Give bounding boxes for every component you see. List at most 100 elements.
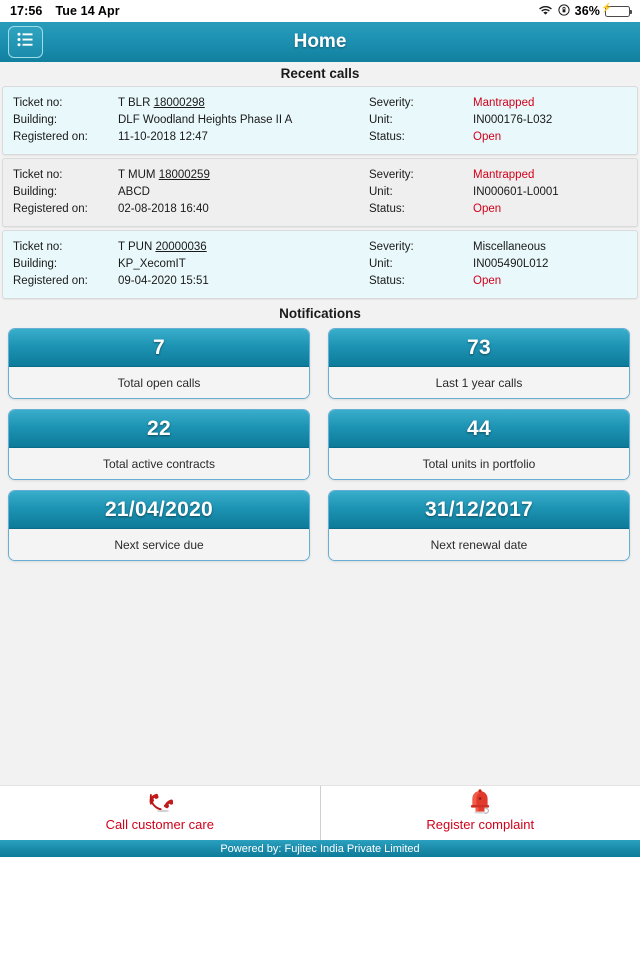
building-value: DLF Woodland Heights Phase II A <box>118 114 293 126</box>
severity-label: Severity: <box>369 169 414 181</box>
status-badge: Open <box>473 275 502 287</box>
tile-head: 21/04/2020 <box>9 491 309 529</box>
tile-head: 44 <box>329 410 629 448</box>
building-line: Building: DLF Woodland Heights Phase II … <box>13 112 363 129</box>
tile-total-units-in-portfolio[interactable]: 44 Total units in portfolio <box>328 409 630 480</box>
building-line: Building: ABCD <box>13 184 363 201</box>
severity-value: Mantrapped <box>473 169 535 181</box>
ticket-id-link[interactable]: 18000259 <box>159 167 210 184</box>
building-label: Building: <box>13 258 58 270</box>
recent-calls-list: Ticket no: T BLR 18000298 Building: DLF … <box>0 86 640 299</box>
app-header: Home <box>0 22 640 62</box>
notifications-heading: Notifications <box>279 306 361 321</box>
call-customer-care-button[interactable]: Call customer care <box>0 786 320 840</box>
status-line: Status: Open <box>369 129 637 146</box>
bottom-action-bar: Call customer care Register complaint <box>0 785 640 840</box>
registered-on-line: Registered on: 11-10-2018 12:47 <box>13 129 363 146</box>
severity-line: Severity: Mantrapped <box>369 95 637 112</box>
ios-status-bar: 17:56 Tue 14 Apr 36% ⚡ <box>0 0 640 22</box>
recent-calls-heading: Recent calls <box>280 66 360 81</box>
status-label: Status: <box>369 131 405 143</box>
page-title: Home <box>293 31 347 52</box>
powered-by-footer: Powered by: Fujitec India Private Limite… <box>0 840 640 857</box>
tile-label: Next renewal date <box>329 529 629 560</box>
ticket-prefix: T PUN <box>118 241 153 253</box>
alarm-bell-icon <box>467 788 493 816</box>
tile-total-active-contracts[interactable]: 22 Total active contracts <box>8 409 310 480</box>
tile-next-service-due[interactable]: 21/04/2020 Next service due <box>8 490 310 561</box>
hamburger-menu-button[interactable] <box>8 26 43 58</box>
tile-total-open-calls[interactable]: 7 Total open calls <box>8 328 310 399</box>
tile-label: Total open calls <box>9 367 309 398</box>
ticket-no-line: Ticket no: T BLR 18000298 <box>13 95 363 112</box>
notification-tiles: 7 Total open calls 73 Last 1 year calls … <box>0 328 640 561</box>
battery-percent: 36% <box>574 4 600 18</box>
registered-on-value: 02-08-2018 16:40 <box>118 203 209 215</box>
severity-label: Severity: <box>369 97 414 109</box>
call-row-right-column: Severity: Miscellaneous Unit: IN005490L0… <box>363 239 637 290</box>
call-row-right-column: Severity: Mantrapped Unit: IN000601-L000… <box>363 167 637 218</box>
ticket-no-label: Ticket no: <box>13 241 63 253</box>
table-row[interactable]: Ticket no: T MUM 18000259 Building: ABCD… <box>2 158 638 227</box>
table-row[interactable]: Ticket no: T BLR 18000298 Building: DLF … <box>2 86 638 155</box>
tile-next-renewal-date[interactable]: 31/12/2017 Next renewal date <box>328 490 630 561</box>
building-label: Building: <box>13 186 58 198</box>
tile-head: 31/12/2017 <box>329 491 629 529</box>
unit-label: Unit: <box>369 114 393 126</box>
registered-on-label: Registered on: <box>13 131 88 143</box>
tile-value: 22 <box>147 416 171 440</box>
tile-head: 73 <box>329 329 629 367</box>
tile-last-1-year-calls[interactable]: 73 Last 1 year calls <box>328 328 630 399</box>
ticket-prefix: T BLR <box>118 97 151 109</box>
unit-value: IN000176-L032 <box>473 114 553 126</box>
severity-value: Miscellaneous <box>473 241 546 253</box>
unit-label: Unit: <box>369 258 393 270</box>
status-label: Status: <box>369 275 405 287</box>
tile-head: 22 <box>9 410 309 448</box>
unit-line: Unit: IN000601-L0001 <box>369 184 637 201</box>
rotation-lock-icon <box>558 3 570 19</box>
table-row[interactable]: Ticket no: T PUN 20000036 Building: KP_X… <box>2 230 638 299</box>
building-value: ABCD <box>118 186 150 198</box>
ticket-id-link[interactable]: 20000036 <box>156 239 207 256</box>
register-complaint-label: Register complaint <box>426 817 535 832</box>
call-row-left-column: Ticket no: T MUM 18000259 Building: ABCD… <box>3 167 363 218</box>
status-badge: Open <box>473 203 502 215</box>
registered-on-line: Registered on: 02-08-2018 16:40 <box>13 201 363 218</box>
ticket-no-line: Ticket no: T PUN 20000036 <box>13 239 363 256</box>
status-date: Tue 14 Apr <box>55 4 120 18</box>
register-complaint-button[interactable]: Register complaint <box>319 786 640 840</box>
ticket-prefix: T MUM <box>118 169 156 181</box>
ticket-id-link[interactable]: 18000298 <box>154 95 205 112</box>
tile-value: 73 <box>467 335 491 359</box>
tile-value: 7 <box>153 335 165 359</box>
status-indicators: 36% ⚡ <box>538 3 632 19</box>
registered-on-value: 09-04-2020 15:51 <box>118 275 209 287</box>
tile-value: 31/12/2017 <box>424 497 534 521</box>
unit-label: Unit: <box>369 186 393 198</box>
severity-label: Severity: <box>369 241 414 253</box>
severity-line: Severity: Mantrapped <box>369 167 637 184</box>
ticket-no-label: Ticket no: <box>13 169 63 181</box>
call-row-right-column: Severity: Mantrapped Unit: IN000176-L032… <box>363 95 637 146</box>
list-menu-icon <box>17 32 34 52</box>
status-line: Status: Open <box>369 201 637 218</box>
tile-head: 7 <box>9 329 309 367</box>
unit-line: Unit: IN000176-L032 <box>369 112 637 129</box>
ticket-no-label: Ticket no: <box>13 97 63 109</box>
unit-value: IN000601-L0001 <box>473 186 559 198</box>
status-time: 17:56 <box>10 4 43 18</box>
tile-label: Last 1 year calls <box>329 367 629 398</box>
building-label: Building: <box>13 114 58 126</box>
bottom-blank-area <box>0 857 640 960</box>
registered-on-line: Registered on: 09-04-2020 15:51 <box>13 273 363 290</box>
ticket-no-line: Ticket no: T MUM 18000259 <box>13 167 363 184</box>
tile-value: 21/04/2020 <box>104 497 214 521</box>
tile-label: Total active contracts <box>9 448 309 479</box>
severity-line: Severity: Miscellaneous <box>369 239 637 256</box>
registered-on-value: 11-10-2018 12:47 <box>118 131 208 143</box>
tile-label: Total units in portfolio <box>329 448 629 479</box>
status-badge: Open <box>473 131 502 143</box>
status-label: Status: <box>369 203 405 215</box>
tile-value: 44 <box>467 416 491 440</box>
